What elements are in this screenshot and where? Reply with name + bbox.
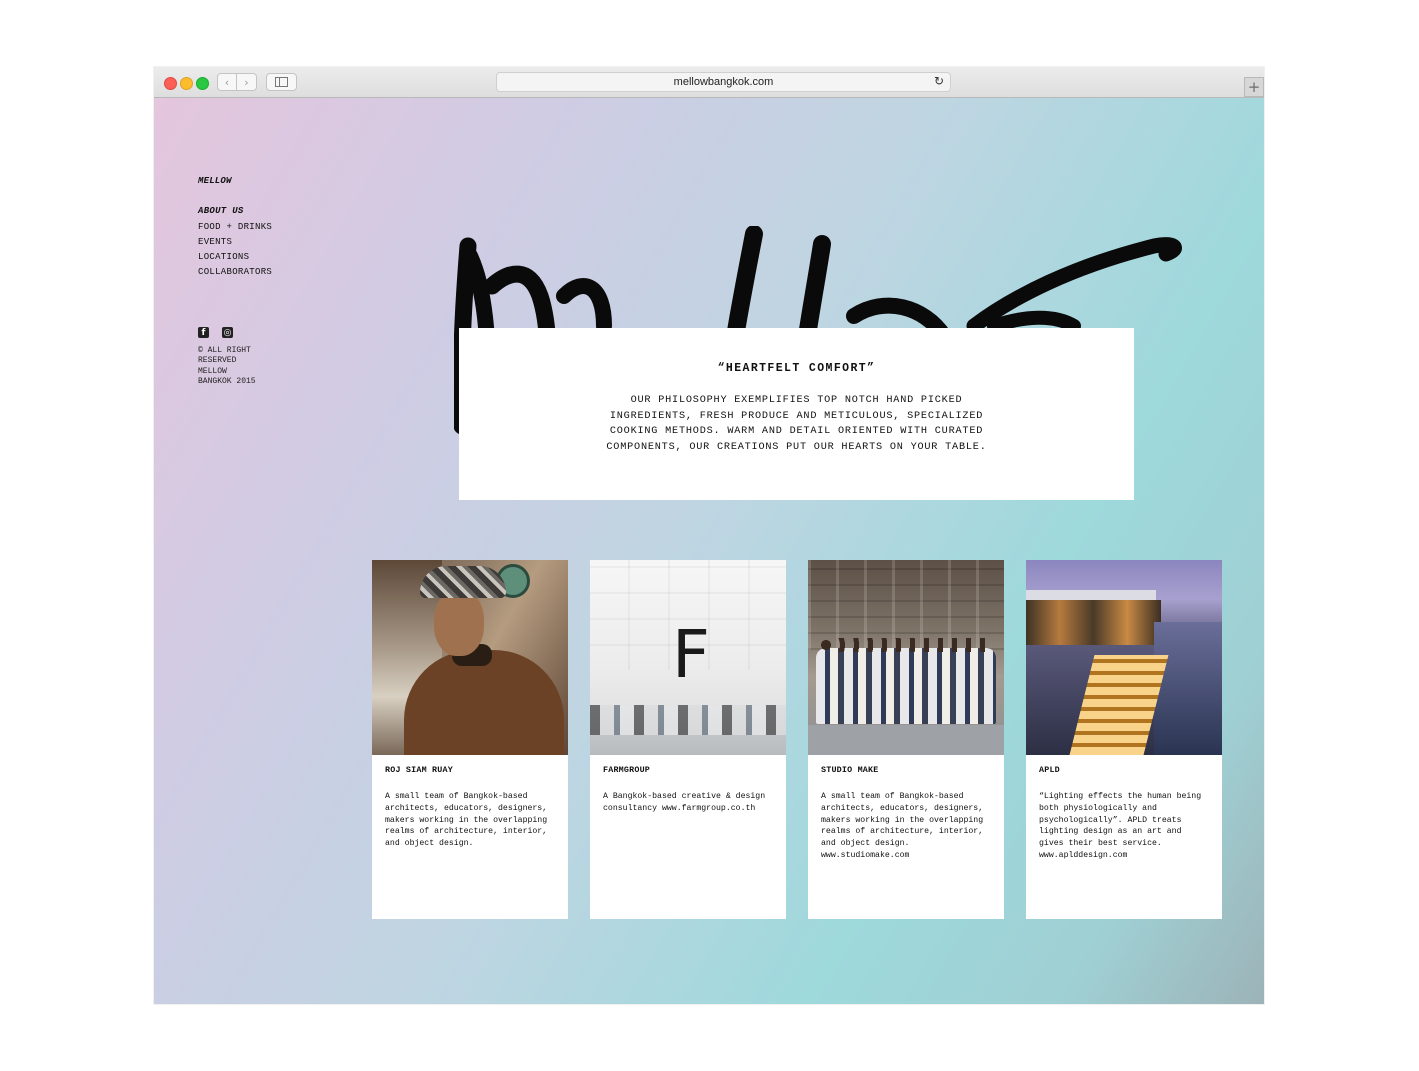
collaborator-name[interactable]: APLD [1039,765,1209,775]
facebook-icon[interactable]: f [198,327,209,338]
philosophy-card: “HEARTFELT COMFORT” OUR PHILOSOPHY EXEMP… [459,328,1134,500]
forward-button[interactable]: › [237,73,257,91]
nav-item-collaborators[interactable]: COLLABORATORS [198,265,272,280]
nav-item-food-drinks[interactable]: FOOD + DRINKS [198,220,272,235]
collaborator-card-roj-siam-ruay[interactable]: ROJ SIAM RUAY A small team of Bangkok-ba… [372,560,568,919]
collaborator-photo [372,560,568,755]
url-text: mellowbangkok.com [673,76,774,88]
instagram-icon[interactable]: ◎ [222,327,233,338]
minimize-window-button[interactable] [180,77,193,90]
plus-icon: + [1247,78,1261,96]
collaborator-name[interactable]: FARMGROUP [603,765,773,775]
main-nav: ABOUT US FOOD + DRINKS EVENTS LOCATIONS … [198,204,272,280]
collaborator-description: A small team of Bangkok-based architects… [821,792,984,860]
chevron-left-icon: ‹ [224,75,230,89]
collaborator-card-apld[interactable]: APLD “Lighting effects the human being b… [1026,560,1222,919]
collaborator-card-farmgroup[interactable]: F FARMGROUP A Bangkok-based creative & d… [590,560,786,919]
nav-item-events[interactable]: EVENTS [198,235,272,250]
collaborator-photo [808,560,1004,755]
collaborator-card-studio-make[interactable]: STUDIO MAKE A small team of Bangkok-base… [808,560,1004,919]
social-links: f ◎ [198,327,233,338]
browser-toolbar: ‹ › mellowbangkok.com ↻ + [154,67,1264,98]
zoom-window-button[interactable] [196,77,209,90]
sidebar-icon [275,77,288,87]
sidebar-toggle-button[interactable] [266,73,297,91]
page-viewport: MELLOW ABOUT US FOOD + DRINKS EVENTS LOC… [154,98,1264,1004]
site-logo[interactable]: MELLOW [198,176,232,186]
photo-signage-letter: F [672,616,710,693]
collaborator-description: A small team of Bangkok-based architects… [385,792,548,849]
copyright-text: © ALL RIGHT RESERVED MELLOW BANGKOK 2015 [198,346,256,387]
philosophy-text: OUR PHILOSOPHY EXEMPLIFIES TOP NOTCH HAN… [606,395,987,453]
chevron-right-icon: › [244,75,249,89]
address-bar[interactable]: mellowbangkok.com ↻ [496,72,951,92]
browser-window: ‹ › mellowbangkok.com ↻ + MELLOW ABOUT U… [154,67,1264,1004]
collaborator-photo [1026,560,1222,755]
collaborator-cards: ROJ SIAM RUAY A small team of Bangkok-ba… [372,560,1222,919]
philosophy-title: “HEARTFELT COMFORT” [717,362,876,375]
reload-icon[interactable]: ↻ [934,74,944,88]
collaborator-description: “Lighting effects the human being both p… [1039,792,1202,860]
collaborator-name[interactable]: STUDIO MAKE [821,765,991,775]
collaborator-description: A Bangkok-based creative & design consul… [603,792,766,813]
new-tab-button[interactable]: + [1244,77,1264,97]
collaborator-photo: F [590,560,786,755]
close-window-button[interactable] [164,77,177,90]
collaborator-name[interactable]: ROJ SIAM RUAY [385,765,555,775]
nav-item-about-us[interactable]: ABOUT US [198,204,272,219]
nav-item-locations[interactable]: LOCATIONS [198,250,272,265]
back-button[interactable]: ‹ [217,73,237,91]
